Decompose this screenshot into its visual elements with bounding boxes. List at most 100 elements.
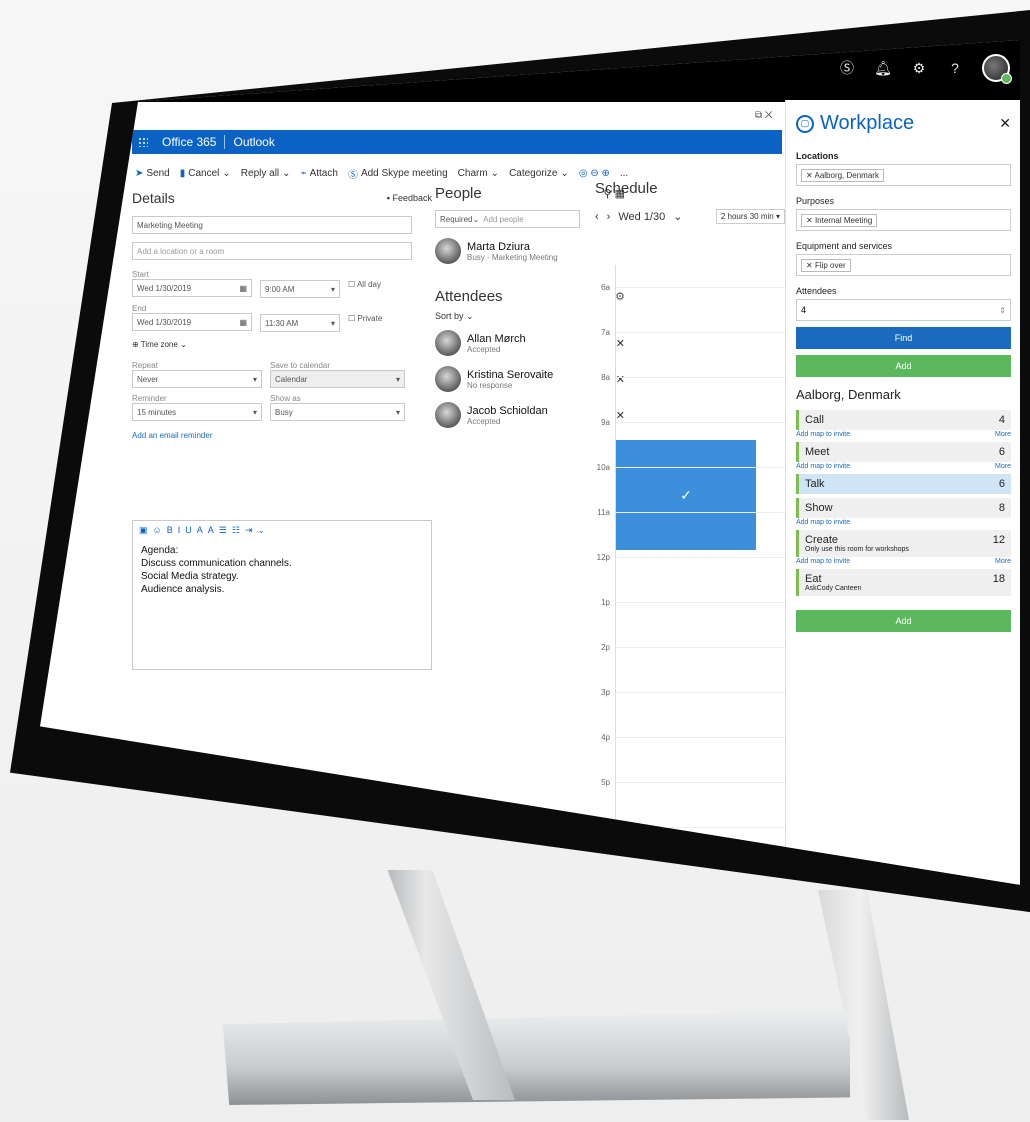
underline-icon[interactable]: U	[185, 525, 192, 536]
room-item[interactable]: Eat 18 AskCody Canteen	[796, 569, 1011, 596]
hour-label: 8a	[601, 373, 610, 382]
close-icon[interactable]: ✕	[999, 115, 1011, 132]
globe-icon: ⊕	[132, 340, 141, 349]
chevron-right-icon[interactable]: ›	[607, 211, 611, 223]
repeat-select[interactable]: Never ▾	[132, 370, 262, 388]
reminder-select[interactable]: 15 minutes ▾	[132, 403, 262, 421]
hour-line	[616, 737, 786, 738]
hour-line	[616, 557, 786, 558]
schedule-pane: Schedule ‹ › Wed 1/30 ⌄ 2 hours 30 min ▾ …	[595, 180, 786, 885]
duration-select[interactable]: 2 hours 30 min ▾	[715, 209, 785, 224]
equipment-chip[interactable]: ✕ Flip over	[801, 258, 851, 272]
hour-label: 2p	[601, 643, 610, 652]
avatar[interactable]	[982, 54, 1012, 84]
skype-icon[interactable]: Ⓢ	[838, 59, 856, 77]
more-link[interactable]: More	[995, 431, 1011, 438]
send-button[interactable]: ➤ Send	[135, 168, 170, 179]
subject-field[interactable]: Marketing Meeting	[132, 216, 412, 234]
app-label[interactable]: Outlook	[233, 135, 274, 149]
locations-label: Locations	[796, 151, 839, 161]
locations-field[interactable]: ✕ Aalborg, Denmark	[796, 164, 1011, 186]
add-people-field[interactable]: Required ⌄ Add people	[435, 210, 580, 228]
find-button[interactable]: Find	[796, 327, 1011, 349]
reply-all-button[interactable]: Reply all ⌄	[241, 168, 291, 179]
paperclip-icon: ⌁	[300, 167, 307, 179]
categorize-button[interactable]: Categorize ⌄	[509, 168, 569, 179]
attach-button[interactable]: ⌁ Attach	[301, 168, 338, 179]
bell-icon[interactable]: 🔔︎	[874, 59, 892, 77]
add-map-link[interactable]: Add map to invite	[796, 431, 850, 438]
stepper-icon[interactable]: ⇕	[999, 306, 1006, 315]
schedule-grid[interactable]: ✓ 6a7a8a9a10a11a12p1p2p3p4p5p6p	[597, 265, 786, 865]
feedback-button[interactable]: ▪ Feedback	[387, 193, 432, 203]
add-map-link[interactable]: Add map to invite	[796, 463, 850, 470]
image-icon[interactable]: ▣	[139, 525, 148, 536]
highlight-icon[interactable]: A	[208, 525, 214, 536]
schedule-date[interactable]: Wed 1/30	[618, 211, 665, 223]
add-map-link[interactable]: Add map to invite	[796, 558, 850, 565]
room-item[interactable]: Call 4	[796, 410, 1011, 430]
more-button[interactable]: ...	[620, 168, 628, 179]
attendees-title: Attendees	[435, 288, 503, 305]
hour-label: 4p	[601, 733, 610, 742]
purposes-field[interactable]: ✕ Internal Meeting	[796, 209, 1011, 231]
gear-icon[interactable]: ⚙	[910, 59, 928, 77]
location-chip[interactable]: ✕ Aalborg, Denmark	[801, 168, 884, 182]
monitor-base	[222, 1010, 850, 1105]
add-button[interactable]: Add	[796, 355, 1011, 377]
brand-label[interactable]: Office 365	[162, 135, 216, 149]
popout-icon[interactable]: ⧉ ✕	[755, 110, 773, 121]
reminder-label: Reminder	[132, 394, 167, 403]
italic-icon[interactable]: I	[178, 525, 181, 536]
chevron-down-icon[interactable]: ⌄	[257, 525, 265, 536]
hour-line	[616, 467, 786, 468]
location-field[interactable]: Add a location or a room	[132, 242, 412, 260]
chevron-left-icon[interactable]: ‹	[595, 211, 599, 223]
app-launcher-icon[interactable]	[132, 130, 154, 154]
people-title: People	[435, 185, 482, 202]
more-link[interactable]: More	[995, 463, 1011, 470]
hour-label: 11a	[597, 508, 610, 517]
allday-checkbox[interactable]: ☐ All day	[348, 280, 381, 298]
attendees-stepper[interactable]: 4 ⇕	[796, 299, 1011, 321]
status-badge	[1001, 73, 1012, 84]
hour-line	[616, 512, 786, 513]
email-reminder-link[interactable]: Add an email reminder	[132, 431, 432, 440]
more-link[interactable]: More	[995, 558, 1011, 565]
calendar-icon: ▦	[239, 283, 247, 293]
start-date-field[interactable]: Wed 1/30/2019 ▦	[132, 279, 252, 297]
numbering-icon[interactable]: ☷	[232, 525, 240, 536]
bullets-icon[interactable]: ☰	[219, 525, 227, 536]
emoji-icon[interactable]: ☺	[153, 525, 162, 536]
cancel-button[interactable]: ▮ Cancel ⌄	[180, 168, 231, 179]
chevron-down-icon: ▾	[395, 407, 400, 417]
room-item[interactable]: Meet 6	[796, 442, 1011, 462]
start-time-field[interactable]: 9:00 AM ▾	[260, 280, 340, 298]
bold-icon[interactable]: B	[167, 525, 173, 536]
indent-icon[interactable]: ⇥	[245, 525, 253, 536]
room-item[interactable]: Create 12 Only use this room for workshop…	[796, 530, 1011, 557]
end-date-field[interactable]: Wed 1/30/2019 ▦	[132, 313, 252, 331]
room-item-selected[interactable]: Talk 6	[796, 474, 1011, 494]
purpose-chip[interactable]: ✕ Internal Meeting	[801, 213, 878, 227]
body-editor[interactable]: ▣ ☺ B I U A A ☰ ☷ ⇥ ⌄ Agenda: Discuss co…	[132, 520, 432, 670]
addin-icons[interactable]: ◎ ⊖ ⊕	[579, 168, 610, 179]
help-icon[interactable]: ?	[946, 59, 964, 77]
attendees-label: Attendees	[796, 286, 837, 296]
meeting-block[interactable]: ✓	[616, 440, 756, 550]
end-time-field[interactable]: 11:30 AM ▾	[260, 314, 340, 332]
room-item[interactable]: Show 8	[796, 498, 1011, 518]
timezone-button[interactable]: ⊕ Time zone ⌄	[132, 340, 432, 349]
charm-button[interactable]: Charm ⌄	[458, 168, 499, 179]
add-map-link[interactable]: Add map to invite	[796, 519, 850, 526]
chevron-down-icon: ▾	[252, 407, 257, 417]
hour-line	[616, 287, 786, 288]
showas-select[interactable]: Busy ▾	[270, 403, 405, 421]
add-bottom-button[interactable]: Add	[796, 610, 1011, 632]
save-calendar-select[interactable]: Calendar ▾	[270, 370, 405, 388]
skype-meeting-button[interactable]: Ⓢ Add Skype meeting	[348, 166, 448, 181]
equipment-field[interactable]: ✕ Flip over	[796, 254, 1011, 276]
font-size-icon[interactable]: A	[197, 525, 203, 536]
private-checkbox[interactable]: ☐ Private	[348, 314, 382, 332]
workplace-title: Workplace	[820, 112, 915, 134]
